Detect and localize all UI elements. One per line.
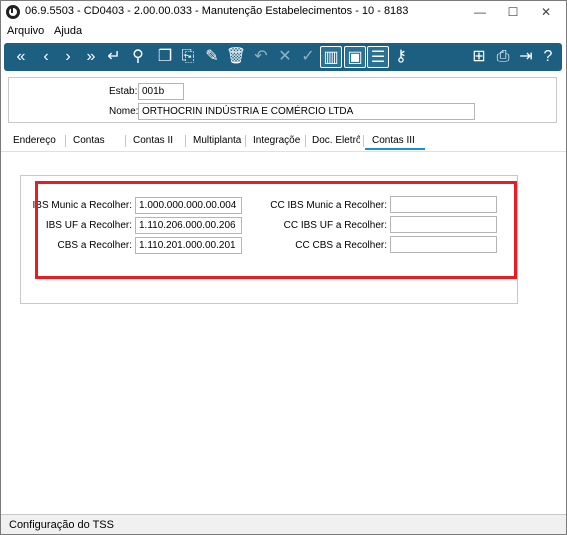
- cancel-icon[interactable]: ✕: [274, 46, 296, 68]
- tab-separator: [125, 135, 126, 147]
- next-icon[interactable]: ›: [57, 46, 79, 68]
- tab-bar: Endereço Contas Contas II Multiplanta In…: [1, 129, 566, 153]
- active-tab-indicator: [365, 148, 425, 150]
- menu-bar: Arquivo Ajuda: [1, 23, 566, 41]
- goto-icon[interactable]: ↵: [103, 46, 125, 68]
- status-text: Configuração do TSS: [9, 519, 114, 531]
- window-icon[interactable]: ▣: [344, 46, 366, 68]
- menu-arquivo[interactable]: Arquivo: [7, 25, 44, 37]
- tree-icon[interactable]: ⊞: [468, 46, 490, 68]
- confirm-icon[interactable]: ✓: [297, 46, 319, 68]
- tab-separator: [65, 135, 66, 147]
- window-title: 06.9.5503 - CD0403 - 2.00.00.033 - Manut…: [25, 5, 409, 17]
- nome-label: Nome:: [109, 106, 139, 117]
- tab-separator: [185, 135, 186, 147]
- last-icon[interactable]: »: [80, 46, 102, 68]
- undo-icon[interactable]: ↶: [250, 46, 272, 68]
- status-bar: Configuração do TSS: [1, 514, 566, 534]
- estab-field[interactable]: 001b: [138, 83, 184, 100]
- new-icon[interactable]: ❐: [154, 46, 176, 68]
- minimize-button[interactable]: —: [465, 3, 495, 21]
- copy-icon[interactable]: ⎘: [177, 46, 199, 68]
- tab-multiplanta[interactable]: Multiplanta: [193, 135, 245, 146]
- nome-field[interactable]: ORTHOCRIN INDÚSTRIA E COMÉRCIO LTDA: [138, 103, 475, 120]
- help-icon[interactable]: ?: [537, 46, 559, 68]
- first-icon[interactable]: «: [10, 46, 32, 68]
- estab-label: Estab:: [109, 86, 138, 97]
- exit-icon[interactable]: ⇥: [515, 46, 537, 68]
- tab-contas-iii[interactable]: Contas III: [372, 135, 424, 146]
- edit-icon[interactable]: ✎: [201, 46, 223, 68]
- prev-icon[interactable]: ‹: [35, 46, 57, 68]
- tab-contas[interactable]: Contas: [73, 135, 119, 146]
- search-icon[interactable]: ⚲: [127, 46, 149, 68]
- close-button[interactable]: ✕: [531, 3, 561, 21]
- app-logo-icon: [6, 5, 20, 19]
- highlight-box: [35, 181, 517, 279]
- tab-doc-eletronico[interactable]: Doc. Eletrô: [312, 135, 360, 146]
- app-window: 06.9.5503 - CD0403 - 2.00.00.033 - Manut…: [0, 0, 567, 535]
- tab-contas-ii[interactable]: Contas II: [133, 135, 179, 146]
- tab-separator: [245, 135, 246, 147]
- maximize-button[interactable]: ☐: [498, 3, 528, 21]
- key-icon[interactable]: ⚷: [390, 46, 412, 68]
- tab-endereco[interactable]: Endereço: [13, 135, 59, 146]
- tab-divider: [1, 151, 566, 152]
- toolbar: « ‹ › » ↵ ⚲ ❐ ⎘ ✎ 🗑 ↶ ✕ ✓ ▥ ▣ ☰ ⚷ ⊞ ⎙ ⇥ …: [4, 43, 562, 71]
- tab-integracoes[interactable]: Integraçõe: [253, 135, 301, 146]
- filter-icon[interactable]: ☰: [367, 46, 389, 68]
- tab-separator: [305, 135, 306, 147]
- menu-ajuda[interactable]: Ajuda: [54, 25, 82, 37]
- book-icon[interactable]: ▥: [320, 46, 342, 68]
- title-bar: 06.9.5503 - CD0403 - 2.00.00.033 - Manut…: [1, 1, 566, 23]
- print-icon[interactable]: ⎙: [492, 46, 514, 68]
- delete-icon[interactable]: 🗑: [225, 46, 247, 68]
- tab-separator: [363, 135, 364, 147]
